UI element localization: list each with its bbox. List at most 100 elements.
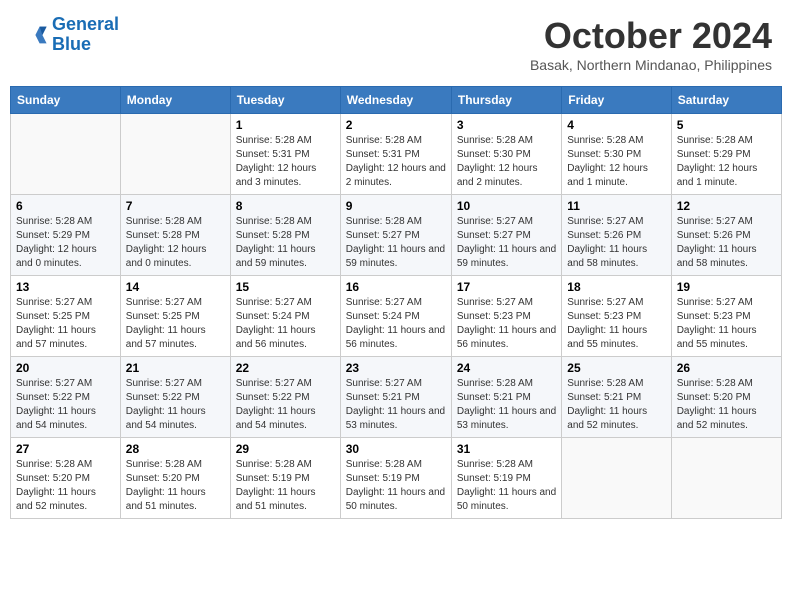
day-number: 9 [346,199,446,213]
calendar-cell: 26 Sunrise: 5:28 AMSunset: 5:20 PMDayligh… [671,357,781,438]
day-info: Sunrise: 5:28 AMSunset: 5:31 PMDaylight:… [236,134,335,190]
calendar-cell [120,114,230,195]
day-header-thursday: Thursday [451,87,561,114]
calendar-cell: 12Sunrise: 5:27 AMSunset: 5:26 PMDayligh… [671,195,781,276]
calendar-week-row: 27 Sunrise: 5:28 AMSunset: 5:20 PMDayligh… [11,438,782,519]
day-info: Sunrise: 5:28 AMSunset: 5:21 PMDaylight:… [567,377,665,433]
day-number: 21 [126,361,225,375]
calendar-cell: 22 Sunrise: 5:27 AMSunset: 5:22 PMDayligh… [230,357,340,438]
calendar-cell [11,114,121,195]
day-number: 18 [567,280,665,294]
calendar-cell: 20Sunrise: 5:27 AMSunset: 5:22 PMDayligh… [11,357,121,438]
day-number: 23 [346,361,446,375]
day-info: Sunrise: 5:28 AMSunset: 5:28 PMDaylight:… [236,215,335,271]
calendar-week-row: 20 Sunrise: 5:27 AMSunset: 5:22 PMDayligh… [11,357,782,438]
day-number: 25 [567,361,665,375]
calendar-cell: 28 Sunrise: 5:28 AMSunset: 5:20 PMDayligh… [120,438,230,519]
day-header-saturday: Saturday [671,87,781,114]
day-info: Sunrise: 5:28 AMSunset: 5:29 PMDaylight:… [677,134,776,190]
calendar-cell: 2Sunrise: 5:28 AMSunset: 5:31 PMDaylight… [340,114,451,195]
logo-icon [20,21,48,49]
day-info: Sunrise: 5:28 AMSunset: 5:20 PMDaylight:… [16,458,115,514]
day-number: 1 [236,118,335,132]
day-number: 29 [236,442,335,456]
day-info: Sunrise: 5:27 AMSunset: 5:23 PMDaylight:… [457,296,556,352]
calendar-cell: 7Sunrise: 5:28 AMSunset: 5:28 PMDaylight… [120,195,230,276]
logo: General Blue [20,15,119,55]
day-info: Sunrise: 5:27 AMSunset: 5:26 PMDaylight:… [567,215,665,271]
calendar-cell: 31Sunrise: 5:28 AMSunset: 5:19 PMDayligh… [451,438,561,519]
calendar-week-row: 13Sunrise: 5:27 AMSunset: 5:25 PMDayligh… [11,276,782,357]
calendar-cell: 14 Sunrise: 5:27 AMSunset: 5:25 PMDayligh… [120,276,230,357]
title-block: October 2024 Basak, Northern Mindanao, P… [530,15,772,73]
calendar-cell: 17 Sunrise: 5:27 AMSunset: 5:23 PMDayligh… [451,276,561,357]
day-header-tuesday: Tuesday [230,87,340,114]
day-number: 26 [677,361,776,375]
calendar-cell: 5 Sunrise: 5:28 AMSunset: 5:29 PMDaylight… [671,114,781,195]
calendar-table: SundayMondayTuesdayWednesdayThursdayFrid… [10,86,782,519]
logo-text: General Blue [52,15,119,55]
calendar-cell: 6 Sunrise: 5:28 AMSunset: 5:29 PMDaylight… [11,195,121,276]
calendar-cell: 8Sunrise: 5:28 AMSunset: 5:28 PMDaylight… [230,195,340,276]
day-number: 7 [126,199,225,213]
day-info: Sunrise: 5:27 AMSunset: 5:24 PMDaylight:… [236,296,335,352]
calendar-cell: 27 Sunrise: 5:28 AMSunset: 5:20 PMDayligh… [11,438,121,519]
day-info: Sunrise: 5:27 AMSunset: 5:23 PMDaylight:… [677,296,776,352]
calendar-cell: 10 Sunrise: 5:27 AMSunset: 5:27 PMDayligh… [451,195,561,276]
calendar-cell: 25 Sunrise: 5:28 AMSunset: 5:21 PMDayligh… [562,357,671,438]
day-number: 28 [126,442,225,456]
page-header: General Blue October 2024 Basak, Norther… [10,10,782,78]
day-number: 4 [567,118,665,132]
day-info: Sunrise: 5:27 AMSunset: 5:23 PMDaylight:… [567,296,665,352]
day-number: 19 [677,280,776,294]
day-number: 24 [457,361,556,375]
day-info: Sunrise: 5:27 AMSunset: 5:25 PMDaylight:… [16,296,115,352]
day-info: Sunrise: 5:28 AMSunset: 5:27 PMDaylight:… [346,215,446,271]
logo-line1: General [52,14,119,34]
day-info: Sunrise: 5:27 AMSunset: 5:24 PMDaylight:… [346,296,446,352]
day-info: Sunrise: 5:28 AMSunset: 5:29 PMDaylight:… [16,215,115,271]
day-number: 5 [677,118,776,132]
calendar-cell: 9 Sunrise: 5:28 AMSunset: 5:27 PMDaylight… [340,195,451,276]
day-number: 3 [457,118,556,132]
day-info: Sunrise: 5:27 AMSunset: 5:22 PMDaylight:… [236,377,335,433]
calendar-cell: 4Sunrise: 5:28 AMSunset: 5:30 PMDaylight… [562,114,671,195]
calendar-cell: 23Sunrise: 5:27 AMSunset: 5:21 PMDayligh… [340,357,451,438]
calendar-cell: 15 Sunrise: 5:27 AMSunset: 5:24 PMDayligh… [230,276,340,357]
day-info: Sunrise: 5:28 AMSunset: 5:20 PMDaylight:… [126,458,225,514]
calendar-cell: 21Sunrise: 5:27 AMSunset: 5:22 PMDayligh… [120,357,230,438]
day-number: 17 [457,280,556,294]
day-number: 2 [346,118,446,132]
day-number: 22 [236,361,335,375]
calendar-cell: 1 Sunrise: 5:28 AMSunset: 5:31 PMDaylight… [230,114,340,195]
day-number: 31 [457,442,556,456]
day-number: 10 [457,199,556,213]
day-header-friday: Friday [562,87,671,114]
calendar-week-row: 6 Sunrise: 5:28 AMSunset: 5:29 PMDaylight… [11,195,782,276]
calendar-cell: 16 Sunrise: 5:27 AMSunset: 5:24 PMDayligh… [340,276,451,357]
day-header-monday: Monday [120,87,230,114]
calendar-cell: 11 Sunrise: 5:27 AMSunset: 5:26 PMDayligh… [562,195,671,276]
day-number: 30 [346,442,446,456]
day-info: Sunrise: 5:27 AMSunset: 5:27 PMDaylight:… [457,215,556,271]
day-number: 16 [346,280,446,294]
logo-line2: Blue [52,34,91,54]
day-info: Sunrise: 5:28 AMSunset: 5:30 PMDaylight:… [457,134,556,190]
calendar-header-row: SundayMondayTuesdayWednesdayThursdayFrid… [11,87,782,114]
day-number: 15 [236,280,335,294]
day-number: 20 [16,361,115,375]
day-info: Sunrise: 5:28 AMSunset: 5:20 PMDaylight:… [677,377,776,433]
day-header-sunday: Sunday [11,87,121,114]
day-number: 6 [16,199,115,213]
day-number: 27 [16,442,115,456]
calendar-cell: 24 Sunrise: 5:28 AMSunset: 5:21 PMDayligh… [451,357,561,438]
day-info: Sunrise: 5:28 AMSunset: 5:21 PMDaylight:… [457,377,556,433]
day-info: Sunrise: 5:28 AMSunset: 5:19 PMDaylight:… [236,458,335,514]
day-number: 14 [126,280,225,294]
calendar-cell: 18 Sunrise: 5:27 AMSunset: 5:23 PMDayligh… [562,276,671,357]
day-number: 11 [567,199,665,213]
day-info: Sunrise: 5:27 AMSunset: 5:25 PMDaylight:… [126,296,225,352]
calendar-cell: 19 Sunrise: 5:27 AMSunset: 5:23 PMDayligh… [671,276,781,357]
calendar-cell: 3 Sunrise: 5:28 AMSunset: 5:30 PMDaylight… [451,114,561,195]
day-header-wednesday: Wednesday [340,87,451,114]
